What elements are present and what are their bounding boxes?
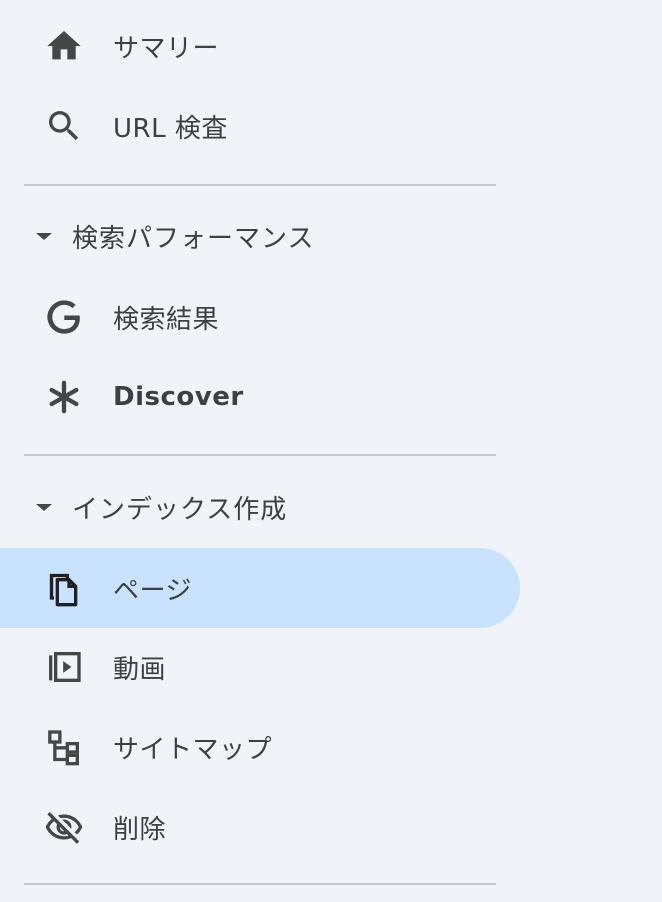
nav-item-discover[interactable]: Discover: [0, 357, 520, 437]
nav-item-label: 削除: [113, 814, 167, 845]
nav-divider: [24, 454, 496, 456]
google-g-icon: [44, 297, 84, 337]
nav-divider: [24, 184, 496, 186]
nav-item-label: URL 検査: [113, 113, 228, 144]
nav-item-search-results[interactable]: 検索結果: [0, 277, 520, 357]
nav-divider: [24, 883, 496, 885]
nav-item-label: 検索結果: [113, 304, 220, 335]
nav-item-label: サイトマップ: [113, 734, 273, 765]
sitemap-icon: [44, 727, 84, 767]
nav-item-label: Discover: [113, 382, 244, 412]
nav-item-label: ページ: [113, 575, 192, 606]
section-label: 検索パフォーマンス: [72, 223, 315, 254]
nav-item-url-inspection[interactable]: URL 検査: [0, 86, 520, 166]
section-header-performance[interactable]: 検索パフォーマンス: [0, 196, 520, 276]
nav-item-summary[interactable]: サマリー: [0, 6, 520, 86]
eye-off-icon: [44, 807, 84, 847]
section-header-indexing[interactable]: インデックス作成: [0, 467, 520, 547]
nav-item-label: サマリー: [113, 33, 220, 64]
nav-item-sitemaps[interactable]: サイトマップ: [0, 707, 520, 787]
nav-item-videos[interactable]: 動画: [0, 627, 520, 707]
copy-pages-icon: [44, 568, 84, 608]
caret-down-icon: [34, 497, 54, 517]
nav-item-pages[interactable]: ページ: [0, 548, 520, 628]
caret-down-icon: [34, 226, 54, 246]
section-label: インデックス作成: [72, 494, 288, 525]
sidebar-nav: サマリー URL 検査 検索パフォーマンス 検索結果 Discover インデッ…: [0, 0, 662, 902]
nav-item-removals[interactable]: 削除: [0, 787, 520, 867]
home-icon: [44, 26, 84, 66]
asterisk-icon: [44, 377, 84, 417]
nav-item-label: 動画: [113, 654, 167, 685]
video-library-icon: [44, 647, 84, 687]
search-icon: [44, 106, 84, 146]
